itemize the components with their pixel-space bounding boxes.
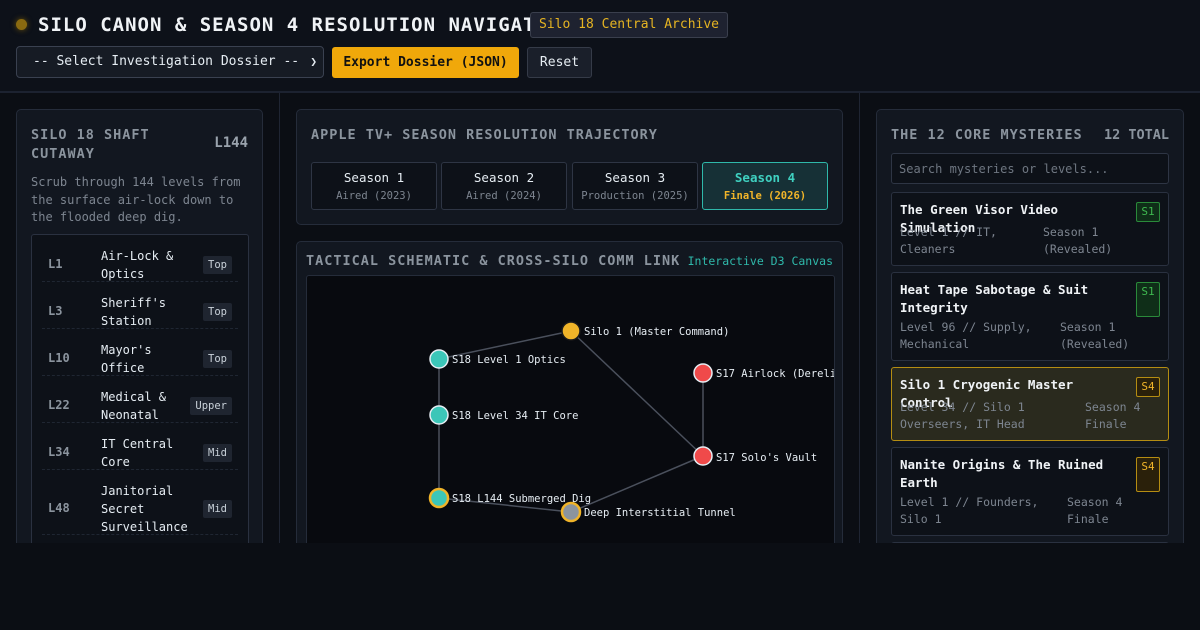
column-divider xyxy=(859,93,860,543)
app-header: SILO CANON & SEASON 4 RESOLUTION NAVIGAT… xyxy=(0,0,1200,93)
season-name: Season 2 xyxy=(473,170,535,185)
app-title: SILO CANON & SEASON 4 RESOLUTION NAVIGAT… xyxy=(38,14,561,36)
dossier-select[interactable]: -- Select Investigation Dossier -- ❯ xyxy=(16,46,324,78)
level-row[interactable]: L22 Medical & Neonatal Upper xyxy=(42,376,238,423)
mystery-status: Season 4 Finale xyxy=(1085,400,1141,431)
season-trajectory-panel: APPLE TV+ SEASON RESOLUTION TRAJECTORY S… xyxy=(296,109,843,225)
chevron-down-icon: ❯ xyxy=(310,55,317,68)
schematic-title: TACTICAL SCHEMATIC & CROSS-SILO COMM LIN… xyxy=(306,253,681,269)
level-zone-tag: Mid xyxy=(203,444,232,462)
season-name: Season 1 xyxy=(343,170,405,185)
level-name: Sheriff's Station xyxy=(101,296,167,328)
level-row[interactable]: L48 Janitorial Secret Surveillance Mid xyxy=(42,470,238,535)
season-badge: S4 xyxy=(1136,457,1160,492)
export-button[interactable]: Export Dossier (JSON) xyxy=(332,47,519,78)
mystery-status: Season 4 Finale xyxy=(1067,495,1123,526)
mystery-location: Level 1 // IT, Cleaners xyxy=(900,225,997,256)
level-number: L3 xyxy=(48,304,63,318)
mystery-location: Level 34 // Silo 1 Overseers, IT Head xyxy=(900,400,1025,431)
mystery-location: Level 1 // Founders, Silo 1 xyxy=(900,495,1039,526)
level-zone-tag: Upper xyxy=(190,397,232,415)
season-badge: S4 xyxy=(1136,377,1160,397)
tab-season-4[interactable]: Season 4 Finale (2026) xyxy=(702,162,828,210)
graph-nodes: Silo 1 (Master Command) S18 Level 1 Opti… xyxy=(428,321,835,523)
level-name: Medical & Neonatal xyxy=(101,390,167,422)
shaft-cutaway-panel: SILO 18 SHAFT CUTAWAY L144 Scrub through… xyxy=(16,109,263,569)
node-label: S17 Airlock (Derelict) xyxy=(716,368,835,380)
level-name: IT Central Core xyxy=(101,437,174,469)
level-number: L48 xyxy=(48,501,70,515)
mystery-search-input[interactable] xyxy=(891,153,1169,184)
archive-badge: Silo 18 Central Archive xyxy=(530,12,729,38)
level-zone-tag: Mid xyxy=(203,500,232,518)
level-number: L1 xyxy=(48,257,63,271)
mystery-card-selected[interactable]: Silo 1 Cryogenic Master Control S4 Level… xyxy=(891,367,1169,441)
level-number: L10 xyxy=(48,351,70,365)
node-label: Deep Interstitial Tunnel xyxy=(584,507,736,519)
level-name: Janitorial Secret Surveillance xyxy=(101,484,188,534)
level-row[interactable]: L34 IT Central Core Mid xyxy=(42,423,238,470)
mystery-card[interactable]: Nanite Origins & The Ruined Earth S4 Lev… xyxy=(891,447,1169,536)
tab-season-3[interactable]: Season 3 Production (2025) xyxy=(572,162,698,210)
season-status: Production (2025) xyxy=(581,190,689,202)
mystery-status: Season 1 (Revealed) xyxy=(1043,225,1113,256)
season-status: Aired (2024) xyxy=(466,190,542,202)
node-label: S18 Level 1 Optics xyxy=(452,354,566,366)
dossier-select-value: -- Select Investigation Dossier -- xyxy=(33,54,300,69)
node-deep-tunnel[interactable] xyxy=(560,501,582,523)
level-zone-tag: Top xyxy=(203,303,232,321)
level-zone-tag: Top xyxy=(203,256,232,274)
level-list[interactable]: L1 Air-Lock & Optics Top L3 Sheriff's St… xyxy=(31,234,249,568)
mystery-title: Nanite Origins & The Ruined Earth xyxy=(900,457,1104,490)
mystery-card[interactable]: The Green Visor Video Simulation S1 Leve… xyxy=(891,192,1169,266)
canvas-tag: Interactive D3 Canvas xyxy=(687,254,833,268)
season-status: Finale (2026) xyxy=(723,190,807,202)
trajectory-title: APPLE TV+ SEASON RESOLUTION TRAJECTORY xyxy=(311,127,658,143)
node-label: S17 Solo's Vault xyxy=(716,452,817,464)
node-label: S18 Level 34 IT Core xyxy=(452,410,578,422)
season-name: Season 4 xyxy=(734,170,796,185)
mysteries-panel: THE 12 CORE MYSTERIES 12 TOTAL The Green… xyxy=(876,109,1184,569)
level-row[interactable]: L10 Mayor's Office Top xyxy=(42,329,238,376)
status-indicator-icon xyxy=(16,19,27,30)
season-badge: S1 xyxy=(1136,202,1160,222)
column-divider xyxy=(279,93,280,543)
tab-season-2[interactable]: Season 2 Aired (2024) xyxy=(441,162,567,210)
node-label: Silo 1 (Master Command) xyxy=(584,326,729,338)
schematic-canvas[interactable]: Silo 1 (Master Command) S18 Level 1 Opti… xyxy=(306,275,835,571)
mystery-card[interactable]: Heat Tape Sabotage & Suit Integrity S1 L… xyxy=(891,272,1169,361)
network-graph[interactable]: Silo 1 (Master Command) S18 Level 1 Opti… xyxy=(307,276,835,571)
mystery-title: Heat Tape Sabotage & Suit Integrity xyxy=(900,282,1089,315)
shaft-title: SILO 18 SHAFT CUTAWAY xyxy=(31,127,150,162)
node-s18-itcore[interactable] xyxy=(429,405,449,425)
node-silo1[interactable] xyxy=(561,321,581,341)
season-name: Season 3 xyxy=(604,170,666,185)
level-row[interactable]: L3 Sheriff's Station Top xyxy=(42,282,238,329)
mystery-location: Level 96 // Supply, Mechanical xyxy=(900,320,1032,351)
mysteries-title: THE 12 CORE MYSTERIES xyxy=(891,127,1083,143)
shaft-depth: L144 xyxy=(214,135,248,151)
node-s17-vault[interactable] xyxy=(693,446,713,466)
level-zone-tag: Top xyxy=(203,350,232,368)
node-s18-optics[interactable] xyxy=(429,349,449,369)
mystery-status: Season 1 (Revealed) xyxy=(1060,320,1130,351)
shaft-description: Scrub through 144 levels from the surfac… xyxy=(31,175,241,224)
node-s18-dig[interactable] xyxy=(428,487,450,509)
tab-season-1[interactable]: Season 1 Aired (2023) xyxy=(311,162,437,210)
mysteries-count: 12 TOTAL xyxy=(1103,127,1169,143)
viewport-cutoff xyxy=(0,543,1200,630)
level-name: Air-Lock & Optics xyxy=(101,249,174,281)
schematic-panel: TACTICAL SCHEMATIC & CROSS-SILO COMM LIN… xyxy=(296,241,843,571)
level-number: L34 xyxy=(48,445,70,459)
level-row[interactable]: L1 Air-Lock & Optics Top xyxy=(42,235,238,282)
node-s17-airlock[interactable] xyxy=(693,363,713,383)
link-silo1-vault xyxy=(570,330,704,457)
reset-button[interactable]: Reset xyxy=(527,47,592,78)
level-number: L22 xyxy=(48,398,70,412)
season-badge: S1 xyxy=(1136,282,1160,317)
level-name: Mayor's Office xyxy=(101,343,152,375)
season-status: Aired (2023) xyxy=(336,190,412,202)
